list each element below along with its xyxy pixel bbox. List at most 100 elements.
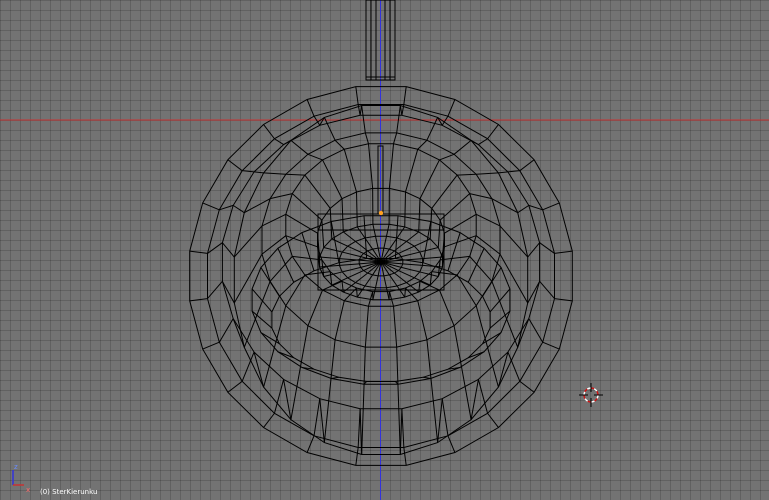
mesh-edge bbox=[285, 213, 318, 234]
mesh-edge bbox=[418, 281, 421, 293]
3d-cursor-icon[interactable] bbox=[579, 383, 603, 407]
mesh-edge bbox=[242, 170, 255, 173]
mesh-edge bbox=[404, 191, 406, 227]
mesh-edge bbox=[301, 232, 315, 271]
mesh-edge bbox=[422, 256, 443, 260]
mesh-edge bbox=[539, 280, 555, 299]
mesh-edge bbox=[323, 339, 336, 443]
mesh-edge bbox=[401, 251, 420, 258]
mesh-edge bbox=[334, 300, 345, 340]
mesh-edge bbox=[218, 318, 234, 343]
mesh-edge bbox=[304, 174, 331, 209]
mesh-edge bbox=[233, 225, 263, 258]
mesh-edge bbox=[334, 139, 345, 150]
mesh-edge bbox=[440, 255, 470, 261]
mesh-edge bbox=[403, 86, 407, 105]
mesh-edge bbox=[355, 447, 359, 466]
mesh-edge bbox=[306, 99, 315, 117]
object-origin-icon[interactable] bbox=[378, 210, 384, 216]
mesh-edge bbox=[323, 246, 343, 253]
mesh-edge bbox=[341, 281, 344, 293]
mesh-edge bbox=[355, 86, 359, 105]
mesh-edge bbox=[419, 246, 439, 253]
mesh-edge bbox=[487, 124, 499, 140]
mesh-edge bbox=[403, 447, 407, 466]
mesh-edge bbox=[426, 339, 439, 443]
mesh-edge bbox=[398, 270, 415, 279]
mesh-edge bbox=[542, 202, 560, 211]
mesh-edge bbox=[263, 124, 275, 140]
mesh-edge bbox=[207, 280, 223, 299]
mesh-edge bbox=[453, 325, 472, 420]
active-object-label: (0) SterKierunku bbox=[40, 488, 98, 496]
wireframe-scene[interactable] bbox=[0, 0, 769, 500]
mesh-edge bbox=[291, 193, 323, 221]
mesh-edge bbox=[396, 285, 406, 298]
mesh-edge bbox=[356, 191, 358, 227]
mesh-edge bbox=[419, 280, 440, 291]
axis-gizmo-icon bbox=[12, 470, 24, 486]
mesh-edge bbox=[418, 198, 421, 232]
mesh-edge bbox=[254, 171, 264, 174]
mesh-edge bbox=[447, 232, 461, 271]
mesh-edge bbox=[542, 341, 560, 350]
mesh-edge bbox=[394, 272, 407, 284]
mesh-edge bbox=[290, 325, 309, 420]
axis-x-label: x bbox=[26, 486, 31, 494]
mesh-edge bbox=[477, 379, 489, 414]
mesh-edge bbox=[263, 412, 275, 428]
mesh-edge bbox=[285, 235, 318, 248]
mesh-edge bbox=[476, 172, 499, 175]
mesh-edge bbox=[470, 379, 479, 420]
mesh-edge bbox=[396, 347, 401, 455]
mesh-edge bbox=[364, 274, 373, 287]
mesh-edge bbox=[356, 285, 366, 298]
mesh-edge bbox=[319, 256, 340, 260]
axis-z-label: z bbox=[14, 463, 18, 471]
mesh-edge bbox=[519, 380, 535, 393]
mesh-edge bbox=[341, 198, 344, 232]
mesh-edge bbox=[383, 275, 387, 288]
mesh-edge bbox=[417, 300, 428, 340]
mesh-edge bbox=[405, 149, 419, 193]
mesh-edge bbox=[274, 138, 284, 146]
mesh-edge bbox=[313, 398, 321, 436]
mesh-edge bbox=[499, 225, 529, 258]
mesh-edge bbox=[527, 281, 541, 304]
mesh-edge bbox=[554, 298, 573, 302]
mesh-edge bbox=[437, 398, 443, 443]
mesh-edge bbox=[487, 412, 499, 428]
mesh-edge bbox=[285, 274, 306, 307]
3d-viewport[interactable]: z x (0) SterKierunku bbox=[0, 0, 769, 500]
mesh-edge bbox=[241, 351, 255, 382]
mesh-edge bbox=[339, 263, 360, 266]
mesh-edge bbox=[367, 143, 374, 189]
mesh-edge bbox=[383, 236, 387, 249]
mesh-edge bbox=[423, 376, 431, 380]
mesh-edge bbox=[478, 138, 488, 146]
mesh-edge bbox=[355, 272, 368, 284]
mesh-edge bbox=[342, 231, 356, 242]
mesh-edge bbox=[347, 270, 364, 279]
mesh-edge bbox=[517, 204, 530, 214]
mesh-edge bbox=[389, 274, 398, 287]
mesh-edge bbox=[441, 398, 449, 436]
mesh-edge bbox=[393, 306, 398, 348]
mesh-edge bbox=[453, 139, 472, 155]
mesh-edge bbox=[243, 281, 271, 348]
mesh-edge bbox=[347, 245, 364, 254]
mesh-edge bbox=[554, 250, 573, 254]
mesh-edge bbox=[189, 298, 208, 302]
mesh-edge bbox=[375, 275, 379, 288]
mesh-edge bbox=[342, 251, 361, 258]
mesh-edge bbox=[491, 281, 519, 348]
mesh-edge bbox=[189, 250, 208, 254]
mesh-edge bbox=[323, 117, 336, 141]
mesh-edge bbox=[489, 288, 511, 313]
mesh-edge bbox=[406, 231, 420, 242]
mesh-edge bbox=[307, 153, 323, 161]
mesh-edge bbox=[417, 139, 428, 150]
mesh-edge bbox=[507, 351, 521, 382]
mesh-edge bbox=[227, 380, 243, 393]
mesh-edge bbox=[285, 173, 305, 176]
